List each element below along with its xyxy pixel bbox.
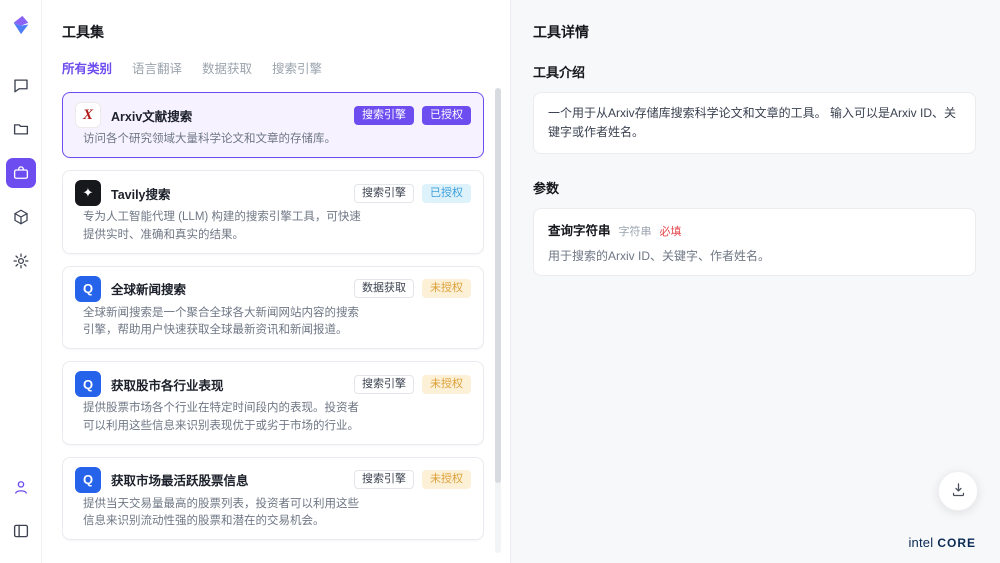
tool-badges: 搜索引擎 已授权 xyxy=(354,106,471,125)
tool-description: 全球新闻搜索是一个聚合全球各大新闻网站内容的搜索引擎，帮助用户快速获取全球最新资… xyxy=(83,305,361,340)
app-logo xyxy=(9,13,33,37)
tool-card[interactable]: X Arxiv文献搜索 搜索引擎 已授权 访问各个研究领域大量科学论文和文章的存… xyxy=(62,92,484,158)
auth-status-badge: 已授权 xyxy=(422,184,471,203)
app-window: 工具集 所有类别语言翻译数据获取搜索引擎 X Arxiv文献搜索 搜索引擎 已授… xyxy=(0,0,1000,563)
auth-status-badge: 未授权 xyxy=(422,470,471,489)
param-name: 查询字符串 xyxy=(548,220,611,239)
cube-icon xyxy=(12,208,30,226)
tool-description: 访问各个研究领域大量科学论文和文章的存储库。 xyxy=(83,131,361,148)
folder-icon xyxy=(12,120,30,138)
tool-card-header: Q 获取市场最活跃股票信息 搜索引擎 未授权 xyxy=(75,467,471,493)
layout-icon xyxy=(12,522,30,540)
nav-rail xyxy=(0,0,42,563)
tool-description: 提供股票市场各个行业在特定时间段内的表现。投资者可以利用这些信息来识别表现优于或… xyxy=(83,400,361,435)
param-card: 查询字符串 字符串 必填 用于搜索的Arxiv ID、关键字、作者姓名。 xyxy=(533,208,976,276)
detail-title: 工具详情 xyxy=(533,22,976,42)
category-badge: 搜索引擎 xyxy=(354,470,414,489)
intel-wordmark: intel xyxy=(908,535,933,550)
tool-description: 提供当天交易量最高的股票列表，投资者可以利用这些信息来识别流动性强的股票和潜在的… xyxy=(83,496,361,531)
category-tab[interactable]: 数据获取 xyxy=(202,58,252,77)
user-icon xyxy=(12,478,30,496)
rail-item-folder[interactable] xyxy=(6,114,36,144)
auth-status-badge: 未授权 xyxy=(422,375,471,394)
tool-badges: 搜索引擎 已授权 xyxy=(354,184,471,203)
tool-card-header: ✦ Tavily搜索 搜索引擎 已授权 xyxy=(75,180,471,206)
tool-card[interactable]: Q 全球新闻搜索 数据获取 未授权 全球新闻搜索是一个聚合全球各大新闻网站内容的… xyxy=(62,266,484,350)
category-badge: 搜索引擎 xyxy=(354,184,414,203)
search-q-icon: Q xyxy=(75,467,101,493)
search-q-icon: Q xyxy=(75,371,101,397)
category-tab[interactable]: 搜索引擎 xyxy=(272,58,322,77)
tool-description: 专为人工智能代理 (LLM) 构建的搜索引擎工具，可快速提供实时、准确和真实的结… xyxy=(83,209,361,244)
tool-card-list: X Arxiv文献搜索 搜索引擎 已授权 访问各个研究领域大量科学论文和文章的存… xyxy=(62,92,484,547)
tool-title: 全球新闻搜索 xyxy=(111,279,344,298)
chat-icon xyxy=(12,76,30,94)
briefcase-icon xyxy=(12,164,30,182)
tool-badges: 搜索引擎 未授权 xyxy=(354,470,471,489)
core-wordmark: CORE xyxy=(937,536,976,550)
intro-heading: 工具介绍 xyxy=(533,62,976,81)
scrollbar[interactable] xyxy=(495,88,501,553)
tool-title: Tavily搜索 xyxy=(111,184,344,203)
params-heading: 参数 xyxy=(533,178,976,197)
auth-status-badge: 已授权 xyxy=(422,106,471,125)
category-tab[interactable]: 所有类别 xyxy=(62,58,112,77)
rail-bottom xyxy=(6,465,36,553)
category-badge: 数据获取 xyxy=(354,279,414,298)
download-button[interactable] xyxy=(938,471,978,511)
param-description: 用于搜索的Arxiv ID、关键字、作者姓名。 xyxy=(548,247,961,264)
rail-item-chat[interactable] xyxy=(6,70,36,100)
tool-card[interactable]: Q 获取市场最活跃股票信息 搜索引擎 未授权 提供当天交易量最高的股票列表，投资… xyxy=(62,457,484,541)
rail-item-gear[interactable] xyxy=(6,246,36,276)
category-tab[interactable]: 语言翻译 xyxy=(132,58,182,77)
tool-title: Arxiv文献搜索 xyxy=(111,106,344,125)
param-type: 字符串 xyxy=(619,223,652,239)
rail-item-briefcase[interactable] xyxy=(6,158,36,188)
tool-card-header: Q 获取股市各行业表现 搜索引擎 未授权 xyxy=(75,371,471,397)
rail-top xyxy=(6,63,36,283)
category-badge: 搜索引擎 xyxy=(354,106,414,125)
rail-item-user[interactable] xyxy=(6,472,36,502)
tool-badges: 搜索引擎 未授权 xyxy=(354,375,471,394)
tool-title: 获取市场最活跃股票信息 xyxy=(111,470,344,489)
search-q-icon: Q xyxy=(75,276,101,302)
intro-text: 一个用于从Arxiv存储库搜索科学论文和文章的工具。 输入可以是Arxiv ID… xyxy=(548,104,961,142)
tool-card[interactable]: Q 获取股市各行业表现 搜索引擎 未授权 提供股票市场各个行业在特定时间段内的表… xyxy=(62,361,484,445)
param-header-row: 查询字符串 字符串 必填 xyxy=(548,220,961,239)
rail-item-layout[interactable] xyxy=(6,516,36,546)
category-tabs: 所有类别 语言翻译 数据获取 搜索引擎 xyxy=(62,58,510,77)
param-required-badge: 必填 xyxy=(660,223,682,239)
gear-icon xyxy=(12,252,30,270)
tool-detail-panel: 工具详情 工具介绍 一个用于从Arxiv存储库搜索科学论文和文章的工具。 输入可… xyxy=(510,0,1000,563)
tool-title: 获取股市各行业表现 xyxy=(111,375,344,394)
tool-card-header: Q 全球新闻搜索 数据获取 未授权 xyxy=(75,276,471,302)
download-icon xyxy=(950,481,967,501)
tool-card[interactable]: ✦ Tavily搜索 搜索引擎 已授权 专为人工智能代理 (LLM) 构建的搜索… xyxy=(62,170,484,254)
tool-badges: 数据获取 未授权 xyxy=(354,279,471,298)
auth-status-badge: 未授权 xyxy=(422,279,471,298)
intro-card: 一个用于从Arxiv存储库搜索科学论文和文章的工具。 输入可以是Arxiv ID… xyxy=(533,92,976,154)
tool-list-panel: 工具集 所有类别语言翻译数据获取搜索引擎 X Arxiv文献搜索 搜索引擎 已授… xyxy=(42,0,510,563)
rail-item-cube[interactable] xyxy=(6,202,36,232)
tavily-icon: ✦ xyxy=(75,180,101,206)
page-title: 工具集 xyxy=(62,22,510,42)
category-badge: 搜索引擎 xyxy=(354,375,414,394)
intel-core-logo: intel CORE xyxy=(908,535,976,550)
arxiv-icon: X xyxy=(75,102,101,128)
tool-card-header: X Arxiv文献搜索 搜索引擎 已授权 xyxy=(75,102,471,128)
scrollbar-thumb[interactable] xyxy=(495,88,501,483)
